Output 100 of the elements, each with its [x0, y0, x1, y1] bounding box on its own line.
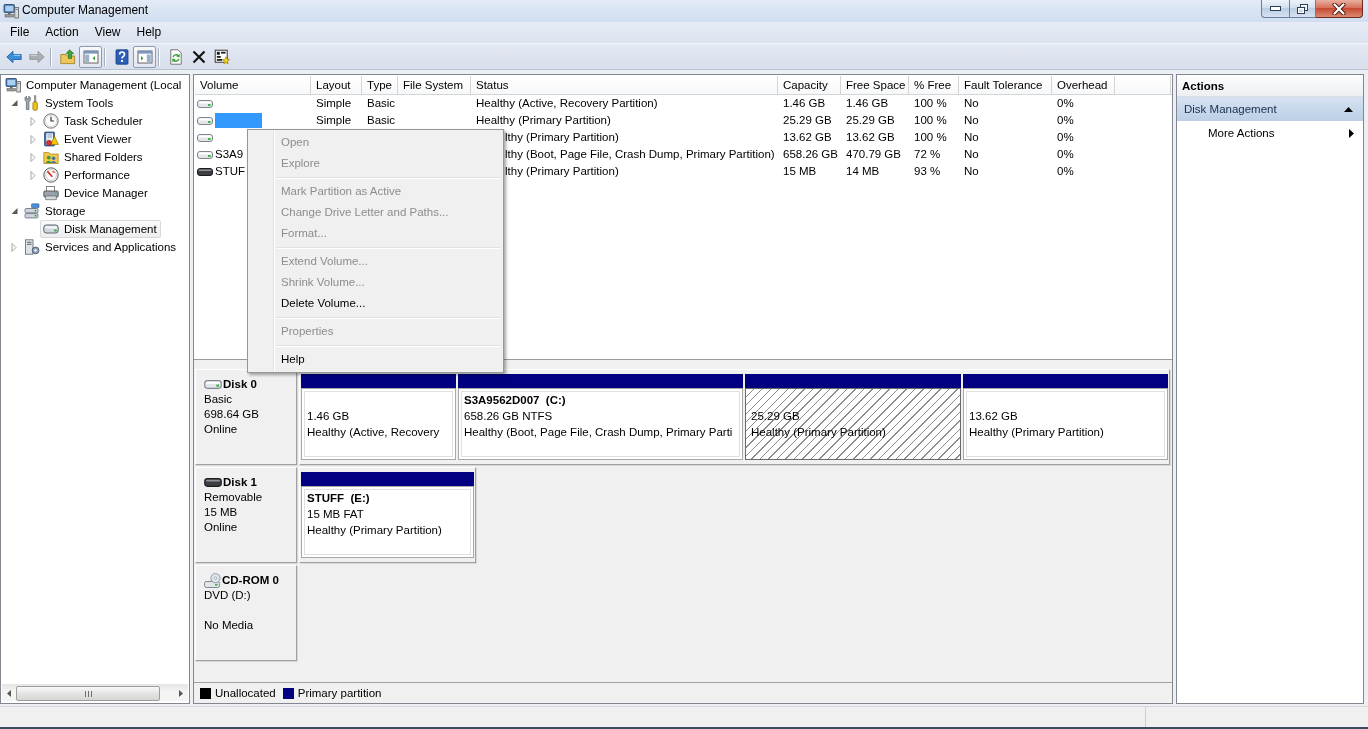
- table-cell-text: 13.62 GB: [846, 130, 895, 145]
- table-cell-text: 25.29 GB: [783, 113, 832, 128]
- partition-box[interactable]: S3A9562D007 (C:) 658.26 GB NTFS Healthy (Boot, Page File, Crash Dump, Primary Parti: [458, 388, 743, 460]
- column-header[interactable]: Layout: [311, 76, 362, 94]
- menu-bar-item[interactable]: Help: [128, 22, 170, 43]
- refresh-icon: [167, 48, 184, 65]
- pane-title: Actions: [1177, 75, 1363, 97]
- collapsed-arrow-icon[interactable]: [30, 152, 36, 162]
- partition-title: S3A9562D007 (C:): [464, 394, 566, 406]
- tree-item[interactable]: Event Viewer: [40, 130, 136, 148]
- restore-icon: [1297, 3, 1308, 14]
- tree-item[interactable]: Services and Applications: [21, 238, 181, 256]
- partition-box[interactable]: STUFF (E:) 15 MB FAT Healthy (Primary Partition): [301, 486, 474, 558]
- partition-status: Healthy (Primary Partition): [969, 426, 1104, 438]
- tree-item[interactable]: Computer Management (Local: [2, 76, 186, 94]
- tree-item[interactable]: Storage: [21, 202, 90, 220]
- drive-icon: [43, 221, 59, 237]
- right-arrow-icon[interactable]: [179, 689, 183, 697]
- column-header[interactable]: Capacity: [778, 76, 841, 94]
- cd-drive-icon: [204, 573, 221, 588]
- collapsed-arrow-icon[interactable]: [11, 242, 17, 252]
- action-pane-toggle[interactable]: [133, 45, 156, 68]
- window-pane-icon: [82, 48, 99, 65]
- partition-box[interactable]: 1.46 GB Healthy (Active, Recovery: [301, 388, 456, 460]
- disk-name: Disk 1: [223, 475, 257, 490]
- menu-item[interactable]: Delete Volume...: [250, 293, 501, 314]
- table-cell-text: Basic: [367, 96, 396, 111]
- partition-status: Healthy (Primary Partition): [307, 524, 442, 536]
- restore-button[interactable]: [1289, 0, 1316, 18]
- table-cell-text: lthy (Primary Partition): [505, 130, 619, 145]
- column-header[interactable]: Fault Tolerance: [959, 76, 1052, 94]
- close-button[interactable]: [1316, 0, 1363, 18]
- column-header[interactable]: Type: [362, 76, 398, 94]
- table-cell-text: 0%: [1057, 147, 1074, 162]
- folder-arrow-icon: [59, 48, 76, 65]
- disk-detail: No Media: [204, 618, 255, 633]
- tree-item[interactable]: Performance: [40, 166, 134, 184]
- menu-bar-item[interactable]: View: [86, 22, 129, 43]
- column-header[interactable]: File System: [398, 76, 471, 94]
- table-cell-text: No: [964, 96, 979, 111]
- disk-detail: Online: [204, 422, 239, 437]
- table-cell-text: 658.26 GB: [783, 147, 838, 162]
- expanded-arrow-icon[interactable]: [11, 207, 18, 215]
- table-cell-text: 470.79 GB: [846, 147, 901, 162]
- legend-label: Primary partition: [297, 687, 382, 699]
- tree-item[interactable]: Task Scheduler: [40, 112, 147, 130]
- collapsed-arrow-icon[interactable]: [30, 134, 36, 144]
- disk-detail: Online: [204, 520, 239, 535]
- disk-detail: Basic: [204, 392, 234, 407]
- disk-detail: Removable: [204, 490, 264, 505]
- disk-detail: 15 MB: [204, 505, 239, 520]
- expanded-arrow-icon[interactable]: [11, 99, 18, 107]
- drive-icon: [197, 115, 213, 126]
- disk-name: CD-ROM 0: [222, 573, 279, 588]
- table-cell-text: Healthy (Primary Partition): [476, 113, 611, 128]
- clock-icon: [43, 113, 59, 129]
- table-cell-text: 1.46 GB: [846, 96, 889, 111]
- disk-name: Disk 0: [223, 377, 257, 392]
- action-item[interactable]: More Actions: [1177, 121, 1363, 145]
- menu-item[interactable]: Help: [250, 349, 501, 370]
- collapsed-arrow-icon[interactable]: [30, 116, 36, 126]
- table-cell-text: 0%: [1057, 96, 1074, 111]
- printer-icon: [43, 185, 59, 201]
- column-header[interactable]: % Free: [909, 76, 959, 94]
- column-header[interactable]: Free Space: [841, 76, 909, 94]
- drive-icon: [197, 132, 213, 143]
- help-icon: [113, 48, 130, 65]
- left-arrow-icon[interactable]: [7, 689, 11, 697]
- dark-drive-icon: [197, 166, 213, 177]
- partition-status: Healthy (Boot, Page File, Crash Dump, Primary Parti: [464, 426, 733, 438]
- volume-name: STUF: [215, 164, 246, 179]
- legend-label: Unallocated: [215, 687, 276, 699]
- console-tree-toggle[interactable]: [79, 45, 102, 68]
- partition-title: STUFF (E:): [307, 492, 370, 504]
- tree-item[interactable]: System Tools: [21, 94, 118, 112]
- collapsed-arrow-icon[interactable]: [30, 170, 36, 180]
- minimize-button[interactable]: [1261, 0, 1289, 18]
- partition-size: 1.46 GB: [307, 410, 350, 422]
- tree-item[interactable]: Shared Folders: [40, 148, 147, 166]
- column-header[interactable]: Status: [471, 76, 778, 94]
- menu-bar-item[interactable]: File: [2, 22, 38, 43]
- partition-box[interactable]: 25.29 GB Healthy (Primary Partition): [745, 388, 961, 460]
- table-cell-text: 0%: [1057, 113, 1074, 128]
- back-arrow-icon: [5, 48, 22, 65]
- column-header[interactable]: Volume: [195, 76, 311, 94]
- column-header[interactable]: Overhead: [1052, 76, 1115, 94]
- drives-icon: [24, 203, 40, 219]
- partition-size: 15 MB FAT: [307, 508, 364, 520]
- table-cell-text: 13.62 GB: [783, 130, 832, 145]
- partition-box[interactable]: 13.62 GB Healthy (Primary Partition): [963, 388, 1168, 460]
- table-cell-text: No: [964, 164, 979, 179]
- menu-bar-item[interactable]: Action: [37, 22, 87, 43]
- partition-size: 13.62 GB: [969, 410, 1018, 422]
- book-warning-icon: [43, 131, 59, 147]
- table-cell-text: Healthy (Active, Recovery Partition): [476, 96, 658, 111]
- section-header[interactable]: Disk Management: [1177, 97, 1363, 121]
- tree-item[interactable]: Device Manager: [40, 184, 152, 202]
- tree-item[interactable]: Disk Management: [40, 220, 161, 238]
- table-cell-text: 100 %: [914, 96, 947, 111]
- scrollbar-thumb[interactable]: [16, 685, 160, 701]
